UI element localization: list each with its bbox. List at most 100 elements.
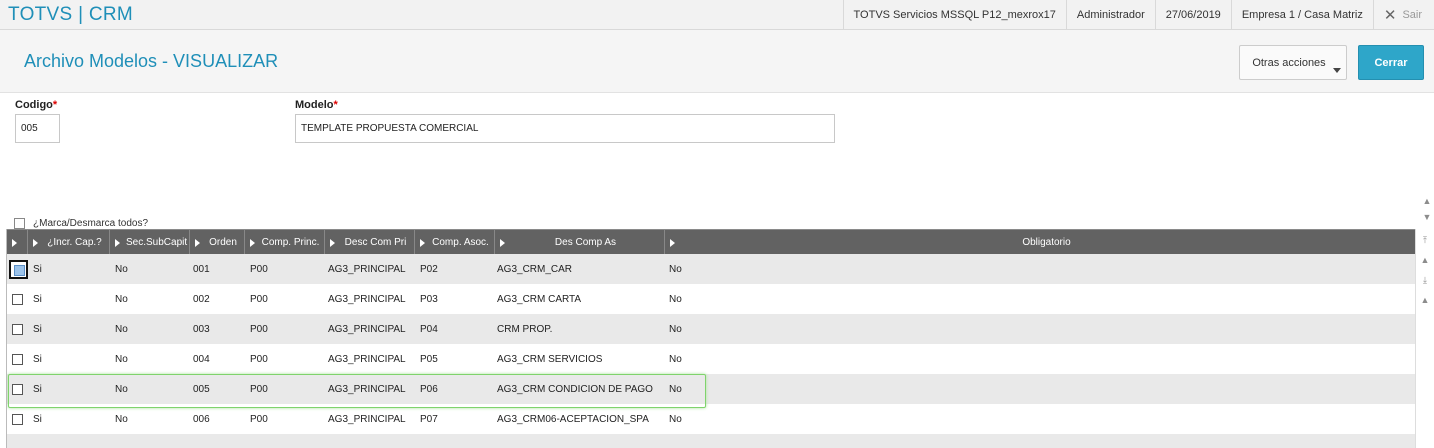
sort-icon [500, 238, 505, 247]
row-checkbox[interactable] [9, 260, 28, 279]
top-info: TOTVS Servicios MSSQL P12_mexrox17 Admin… [842, 0, 1434, 30]
cell-desc-pri: AG3_PRINCIPAL [328, 263, 406, 275]
cell-orden: 003 [193, 323, 210, 335]
cell-sec: No [115, 263, 128, 275]
other-actions-label: Otras acciones [1252, 56, 1326, 69]
top-bar: TOTVS | CRM TOTVS Servicios MSSQL P12_me… [0, 0, 1434, 30]
header-label: Desc Com Pri [344, 237, 407, 248]
row-checkbox[interactable] [12, 294, 23, 305]
header-orden[interactable]: Orden [190, 230, 245, 255]
sort-icon [33, 238, 38, 247]
scroll-up-icon[interactable]: ▲ [1420, 194, 1434, 208]
cell-oblig: No [669, 263, 682, 275]
header-label: Orden [209, 237, 237, 248]
table-row[interactable]: Si No 003 P00 AG3_PRINCIPAL P04 CRM PROP… [7, 314, 1415, 344]
table-row[interactable]: Si No 006 P00 AG3_PRINCIPAL P07 AG3_CRM0… [7, 404, 1415, 434]
cell-comp-asoc: P07 [420, 413, 438, 425]
table-row[interactable]: Si No 004 P00 AG3_PRINCIPAL P05 AG3_CRM … [7, 344, 1415, 374]
cell-desc-pri: AG3_PRINCIPAL [328, 413, 406, 425]
cell-oblig: No [669, 413, 682, 425]
header-label: Sec.SubCapit [126, 237, 188, 248]
table-row-empty [7, 434, 1415, 448]
cell-orden: 002 [193, 293, 210, 305]
header-label: ¿Incr. Cap.? [47, 237, 102, 248]
row-checkbox[interactable] [12, 354, 23, 365]
sort-icon [195, 238, 200, 247]
exit-button[interactable]: ✕ Sair [1372, 0, 1434, 30]
header-incr-cap[interactable]: ¿Incr. Cap.? [28, 230, 110, 255]
grid-scrollbar[interactable]: ⤒ ▲ ⤓ ▲ [1415, 229, 1434, 448]
header-label: Obligatorio [1022, 237, 1071, 248]
environment-label: TOTVS Servicios MSSQL P12_mexrox17 [842, 0, 1066, 30]
header-comp-asoc[interactable]: Comp. Asoc. [415, 230, 495, 255]
grid-header: ¿Incr. Cap.? Sec.SubCapit Orden Comp. Pr… [7, 229, 1415, 255]
select-all-label: ¿Marca/Desmarca todos? [33, 218, 149, 229]
scroll-down-icon[interactable]: ▼ [1420, 210, 1434, 224]
sort-icon [115, 238, 120, 247]
other-actions-button[interactable]: Otras acciones [1239, 45, 1347, 80]
header-label: Comp. Princ. [261, 237, 320, 248]
header-comp-princ[interactable]: Comp. Princ. [245, 230, 325, 255]
scroll-up-icon[interactable]: ▲ [1418, 293, 1432, 307]
company-label[interactable]: Empresa 1 / Casa Matriz [1230, 0, 1373, 30]
cell-orden: 004 [193, 353, 210, 365]
cell-comp-asoc: P03 [420, 293, 438, 305]
cell-orden: 006 [193, 413, 210, 425]
cell-comp-princ: P00 [250, 293, 268, 305]
codigo-label: Codigo* [15, 99, 57, 111]
table-row[interactable]: Si No 001 P00 AG3_PRINCIPAL P02 AG3_CRM_… [7, 254, 1415, 284]
sort-icon [12, 238, 17, 247]
cell-des-as: AG3_CRM_CAR [497, 263, 573, 275]
cell-comp-princ: P00 [250, 263, 268, 275]
page-title: Archivo Modelos - VISUALIZAR [24, 51, 279, 71]
cell-orden: 001 [193, 263, 210, 275]
codigo-field[interactable]: 005 [15, 114, 60, 143]
codigo-label-text: Codigo [15, 99, 53, 111]
close-button[interactable]: Cerrar [1358, 45, 1424, 80]
cell-oblig: No [669, 323, 682, 335]
cell-des-as: AG3_CRM06-ACEPTACION_SPA [497, 413, 649, 425]
row-checkbox[interactable] [12, 324, 23, 335]
cell-comp-asoc: P02 [420, 263, 438, 275]
row-checkbox[interactable] [12, 414, 23, 425]
scroll-down-icon[interactable]: ⤓ [1418, 273, 1432, 287]
cell-incr: Si [33, 353, 42, 365]
cell-comp-asoc: P04 [420, 323, 438, 335]
exit-label: Sair [1402, 9, 1422, 21]
select-all[interactable]: ¿Marca/Desmarca todos? [14, 218, 148, 229]
brand-logo: TOTVS | CRM [8, 4, 134, 25]
select-all-checkbox[interactable] [14, 218, 25, 229]
header-label: Comp. Asoc. [432, 237, 489, 248]
cell-oblig: No [669, 353, 682, 365]
cell-desc-pri: AG3_PRINCIPAL [328, 353, 406, 365]
scroll-top-icon[interactable]: ⤒ [1418, 233, 1432, 247]
row-highlight [8, 374, 706, 408]
cell-sec: No [115, 353, 128, 365]
header-des-comp-as[interactable]: Des Comp As [495, 230, 665, 255]
scroll-up-icon[interactable]: ▲ [1418, 253, 1432, 267]
modelo-label: Modelo* [295, 99, 338, 111]
cell-comp-asoc: P05 [420, 353, 438, 365]
data-grid: ¿Incr. Cap.? Sec.SubCapit Orden Comp. Pr… [6, 229, 1415, 448]
required-mark: * [52, 99, 58, 111]
cell-incr: Si [33, 263, 42, 275]
date-label: 27/06/2019 [1154, 0, 1231, 30]
cell-des-as: AG3_CRM CARTA [497, 293, 582, 305]
header-select-column[interactable] [7, 230, 28, 255]
cell-comp-princ: P00 [250, 323, 268, 335]
page-header: Archivo Modelos - VISUALIZAR Otras accio… [0, 30, 1434, 93]
modelo-field[interactable]: TEMPLATE PROPUESTA COMERCIAL [295, 114, 835, 143]
modelo-label-text: Modelo [295, 99, 334, 111]
cell-desc-pri: AG3_PRINCIPAL [328, 323, 406, 335]
cell-sec: No [115, 413, 128, 425]
header-obligatorio[interactable]: Obligatorio [665, 230, 1415, 255]
sort-icon [420, 238, 425, 247]
header-label: Des Comp As [554, 237, 617, 248]
table-row[interactable]: Si No 002 P00 AG3_PRINCIPAL P03 AG3_CRM … [7, 284, 1415, 314]
cell-desc-pri: AG3_PRINCIPAL [328, 293, 406, 305]
required-mark: * [333, 99, 338, 111]
cell-oblig: No [669, 293, 682, 305]
header-desc-com-pri[interactable]: Desc Com Pri [325, 230, 415, 255]
header-sec-subcapit[interactable]: Sec.SubCapit [110, 230, 190, 255]
close-icon: ✕ [1383, 7, 1397, 24]
